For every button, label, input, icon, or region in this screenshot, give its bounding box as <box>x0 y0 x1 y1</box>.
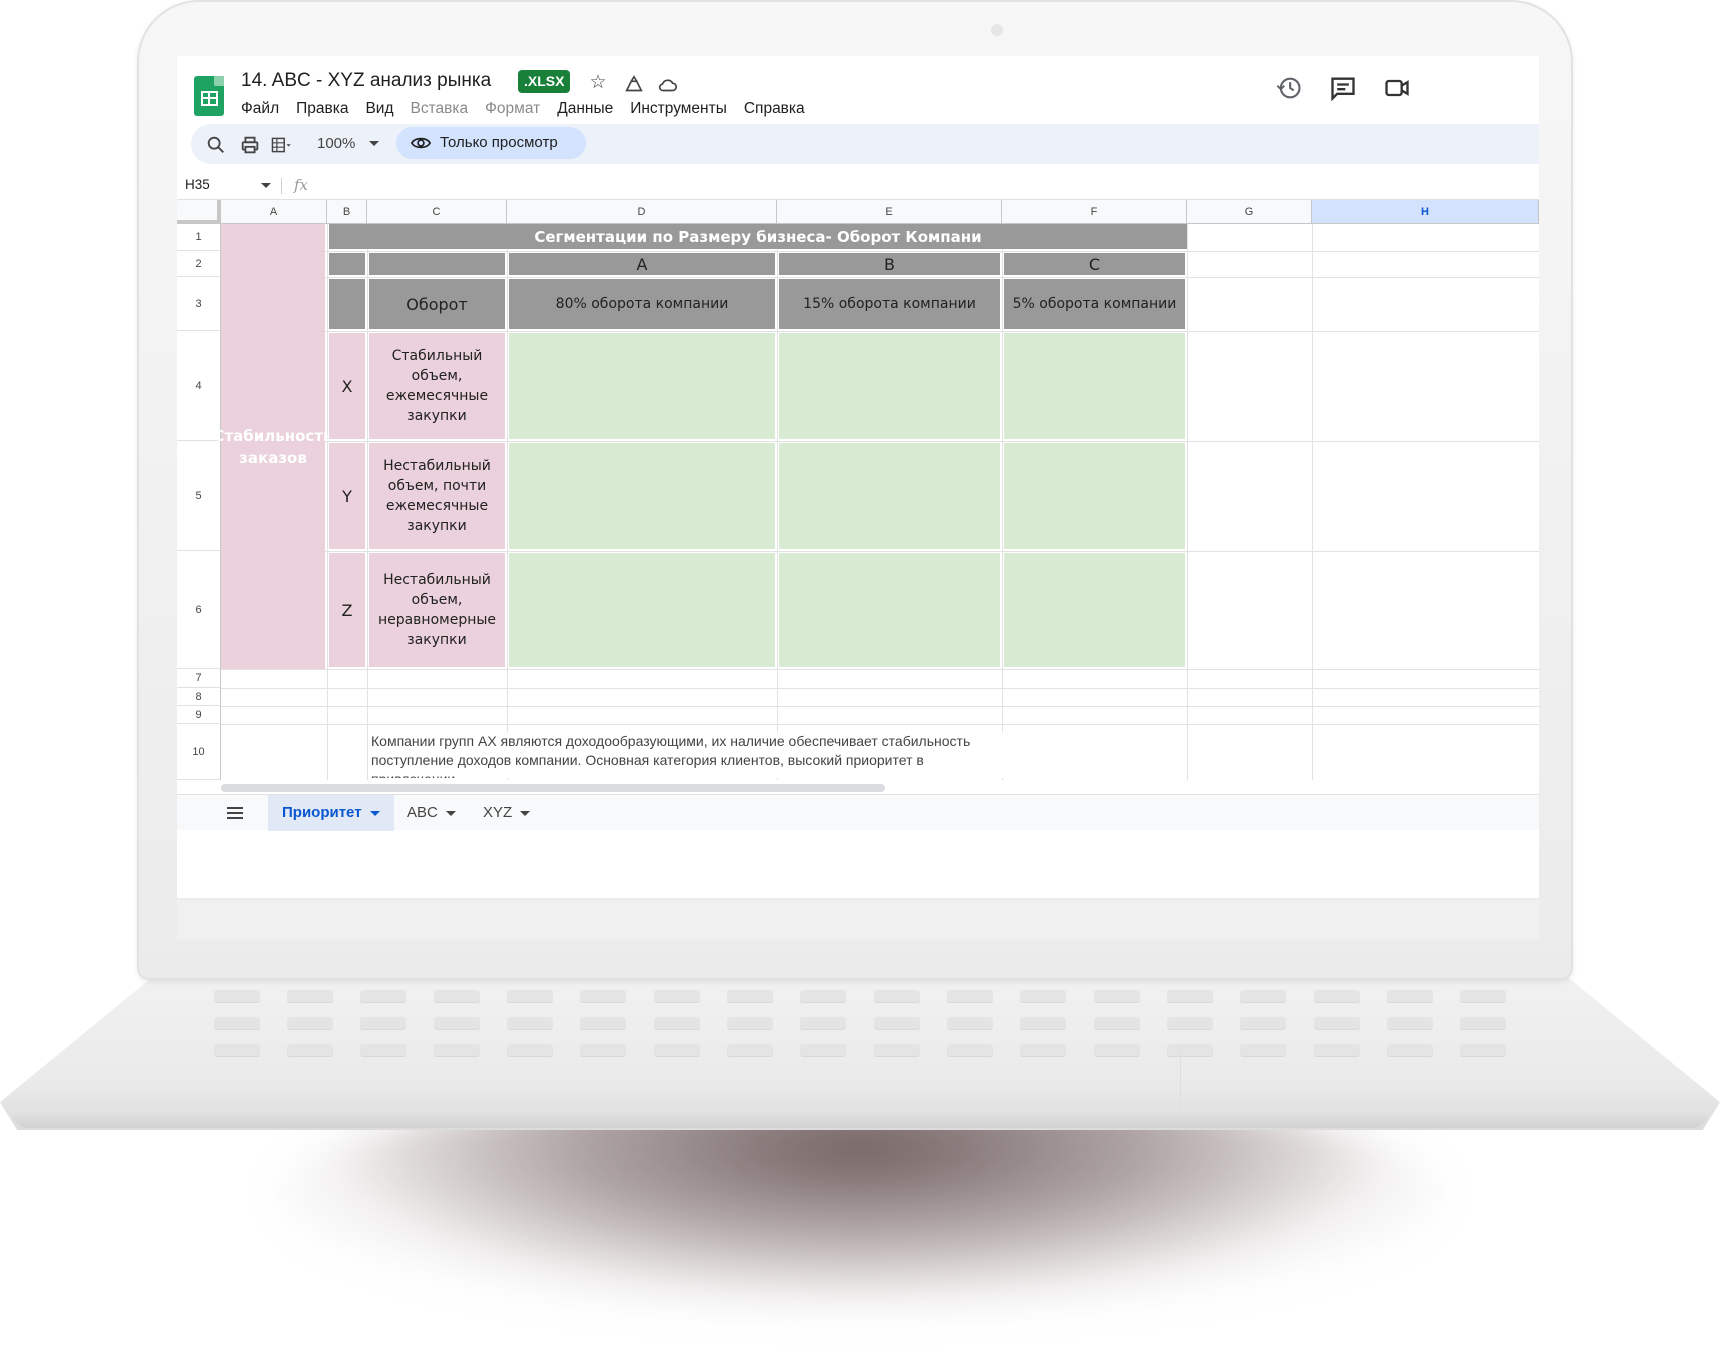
spreadsheet-grid[interactable]: A B C D E F G H 1 2 3 4 5 6 7 8 9 10 Ста… <box>177 200 1539 780</box>
menu-edit[interactable]: Правка <box>296 100 348 118</box>
menu-file[interactable]: Файл <box>241 100 279 118</box>
segmentation-title-cell[interactable]: Сегментации по Размеру бизнеса- Оборот К… <box>329 224 1187 249</box>
toolbar: 100% Только просмотр <box>191 124 1539 164</box>
matrix-cell-bx[interactable] <box>779 333 1000 439</box>
pct-c-cell[interactable]: 5% оборота компании <box>1004 279 1185 329</box>
scrollbar-thumb[interactable] <box>221 784 885 792</box>
chevron-down-icon[interactable] <box>369 810 380 816</box>
note-cell-c10[interactable]: Компании групп АХ являются доходообразую… <box>371 732 1011 778</box>
cloud-status-icon[interactable] <box>657 74 679 96</box>
class-b-header[interactable]: B <box>779 253 1000 275</box>
header-cell-b3[interactable] <box>329 279 365 329</box>
column-header-c[interactable]: C <box>367 200 507 224</box>
matrix-cell-by[interactable] <box>779 443 1000 549</box>
matrix-cell-bz[interactable] <box>779 553 1000 667</box>
class-y-description[interactable]: Нестабильный объем, почти ежемесячные за… <box>369 443 505 549</box>
class-c-header[interactable]: C <box>1004 253 1185 275</box>
laptop-mockup: 14. ABC - XYZ анализ рынка .XLSX ☆ Файл … <box>0 0 1720 1352</box>
trackpad <box>1180 1052 1560 1110</box>
header-cell-c2[interactable] <box>369 253 505 275</box>
history-icon[interactable] <box>1275 74 1303 102</box>
divider <box>281 178 282 194</box>
menu-format[interactable]: Формат <box>485 100 540 118</box>
menu-tools[interactable]: Инструменты <box>630 100 727 118</box>
column-header-a[interactable]: A <box>221 200 327 224</box>
menu-bar: Файл Правка Вид Вставка Формат Данные Ин… <box>241 100 805 118</box>
file-type-badge: .XLSX <box>518 70 571 93</box>
menu-view[interactable]: Вид <box>365 100 393 118</box>
header-cell-b2[interactable] <box>329 253 365 275</box>
class-a-header[interactable]: A <box>509 253 775 275</box>
class-x-letter[interactable]: X <box>329 333 365 439</box>
document-title[interactable]: 14. ABC - XYZ анализ рынка <box>241 70 491 92</box>
comments-icon[interactable] <box>1329 74 1357 102</box>
class-y-letter[interactable]: Y <box>329 443 365 549</box>
stability-label-cell[interactable]: Стабильность заказов <box>213 224 333 669</box>
select-all-corner[interactable] <box>177 200 221 224</box>
row-header-7[interactable]: 7 <box>177 669 221 688</box>
menu-insert[interactable]: Вставка <box>411 100 469 118</box>
view-only-button[interactable]: Только просмотр <box>396 127 586 159</box>
column-header-d[interactable]: D <box>507 200 777 224</box>
camera <box>991 24 1003 36</box>
all-sheets-icon[interactable] <box>227 807 243 819</box>
column-header-b[interactable]: B <box>327 200 367 224</box>
move-to-drive-icon[interactable] <box>623 74 645 96</box>
zoom-select[interactable]: 100% <box>317 135 355 152</box>
column-header-g[interactable]: G <box>1187 200 1312 224</box>
row-header-1[interactable]: 1 <box>177 224 221 251</box>
meet-icon[interactable] <box>1383 74 1411 102</box>
matrix-cell-cy[interactable] <box>1004 443 1185 549</box>
formula-bar: H35 fx <box>177 172 1539 200</box>
sheet-tab-abc[interactable]: ABC <box>393 795 470 831</box>
sheet-tab-priority[interactable]: Приоритет <box>268 795 394 831</box>
row-header-6[interactable]: 6 <box>177 551 221 669</box>
chevron-down-icon[interactable] <box>520 810 531 816</box>
class-z-letter[interactable]: Z <box>329 553 365 667</box>
matrix-cell-cx[interactable] <box>1004 333 1185 439</box>
horizontal-scrollbar[interactable] <box>221 780 1539 794</box>
search-icon[interactable] <box>205 134 227 156</box>
spreadsheet-window: 14. ABC - XYZ анализ рынка .XLSX ☆ Файл … <box>177 56 1539 898</box>
matrix-cell-az[interactable] <box>509 553 775 667</box>
menu-data[interactable]: Данные <box>557 100 613 118</box>
turnover-label-cell[interactable]: Оборот <box>369 279 505 329</box>
column-header-h[interactable]: H <box>1312 200 1539 224</box>
eye-icon <box>411 137 431 149</box>
matrix-cell-ay[interactable] <box>509 443 775 549</box>
fx-icon: fx <box>294 176 309 194</box>
sheet-tab-xyz[interactable]: XYZ <box>469 795 544 831</box>
chevron-down-icon[interactable] <box>261 183 271 188</box>
row-header-9[interactable]: 9 <box>177 706 221 724</box>
class-z-description[interactable]: Нестабильный объем, неравномерные закупк… <box>369 553 505 667</box>
chevron-down-icon[interactable] <box>369 141 379 146</box>
star-icon[interactable]: ☆ <box>587 72 609 94</box>
row-header-3[interactable]: 3 <box>177 277 221 331</box>
print-icon[interactable] <box>239 134 261 156</box>
matrix-cell-ax[interactable] <box>509 333 775 439</box>
class-x-description[interactable]: Стабильный объем, ежемесячные закупки <box>369 333 505 439</box>
laptop-base-edge <box>10 1108 1710 1128</box>
matrix-cell-cz[interactable] <box>1004 553 1185 667</box>
chevron-down-icon[interactable] <box>445 810 456 816</box>
screen-bezel <box>177 900 1539 940</box>
menu-help[interactable]: Справка <box>744 100 805 118</box>
format-icon[interactable] <box>271 134 293 156</box>
row-header-8[interactable]: 8 <box>177 688 221 706</box>
row-header-2[interactable]: 2 <box>177 251 221 277</box>
column-header-e[interactable]: E <box>777 200 1002 224</box>
name-box[interactable]: H35 <box>185 177 210 192</box>
row-header-10[interactable]: 10 <box>177 724 221 780</box>
sheets-logo-icon[interactable] <box>194 76 224 116</box>
view-only-label: Только просмотр <box>440 134 558 151</box>
pct-b-cell[interactable]: 15% оборота компании <box>779 279 1000 329</box>
pct-a-cell[interactable]: 80% оборота компании <box>509 279 775 329</box>
column-header-f[interactable]: F <box>1002 200 1187 224</box>
sheet-tab-bar: Приоритет ABC XYZ <box>177 794 1539 831</box>
